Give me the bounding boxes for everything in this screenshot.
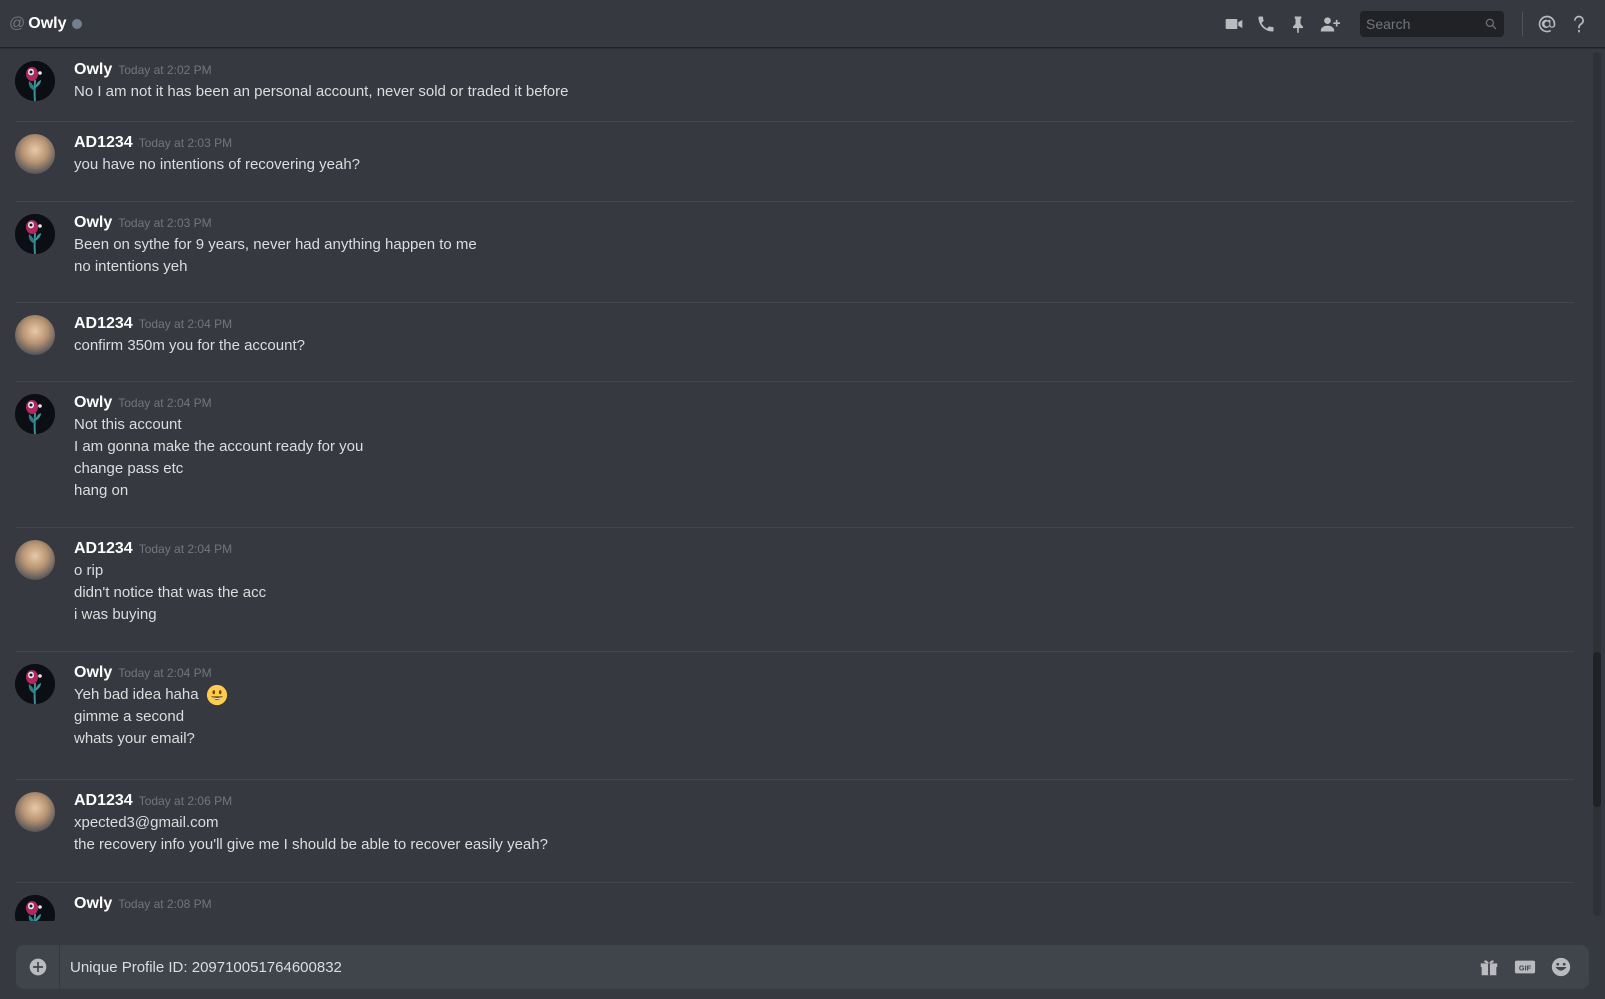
- search-placeholder: Search: [1366, 16, 1411, 32]
- pin-icon[interactable]: [1286, 12, 1310, 36]
- add-friend-icon[interactable]: [1318, 12, 1342, 36]
- message-text: Yeh bad idea haha: [74, 684, 1574, 706]
- message-list[interactable]: Owly Today at 2:02 PM No I am not it has…: [0, 49, 1590, 921]
- message-scrollbar[interactable]: [1593, 52, 1601, 916]
- message-text: I am gonna make the account ready for yo…: [74, 438, 364, 455]
- avatar[interactable]: [15, 315, 55, 355]
- username[interactable]: Owly: [74, 895, 112, 913]
- timestamp: Today at 2:04 PM: [118, 666, 212, 680]
- message-text: No I am not it has been an personal acco…: [74, 83, 569, 100]
- username[interactable]: Owly: [74, 214, 112, 232]
- at-icon: @: [9, 14, 26, 32]
- timestamp: Today at 2:03 PM: [118, 216, 212, 230]
- avatar[interactable]: [15, 394, 55, 434]
- message-text: gimme a second: [74, 708, 185, 726]
- avatar[interactable]: [15, 214, 55, 254]
- avatar[interactable]: [15, 895, 55, 921]
- username[interactable]: AD1234: [74, 792, 133, 810]
- help-icon[interactable]: [1567, 12, 1591, 36]
- message-text: no intentions yeh: [74, 258, 188, 275]
- message-text: Not this account: [74, 416, 182, 433]
- message-text: Been on sythe for 9 years, never had any…: [74, 236, 477, 253]
- message-text: whats your email?: [74, 730, 195, 748]
- composer-tools: GIF: [1471, 955, 1579, 979]
- gift-button[interactable]: [1477, 955, 1501, 979]
- scrollbar-thumb[interactable]: [1593, 652, 1601, 807]
- username[interactable]: AD1234: [74, 134, 133, 152]
- message-group: Owly Today at 2:04 PM Not this account I…: [15, 382, 1574, 528]
- gift-icon: [1480, 960, 1498, 976]
- emoji-picker-icon: [1551, 957, 1571, 977]
- message-group: AD1234 Today at 2:06 PM xpected3@gmail.c…: [15, 780, 1574, 883]
- gif-icon: GIF: [1514, 960, 1536, 974]
- message-group: AD1234 Today at 2:04 PM o rip didn't not…: [15, 528, 1574, 652]
- message-text: didn't notice that was the acc: [74, 584, 267, 601]
- message-group: Owly Today at 2:02 PM No I am not it has…: [15, 49, 1574, 122]
- message-group: AD1234 Today at 2:04 PM confirm 350m you…: [15, 303, 1574, 382]
- search-icon: [1485, 18, 1497, 30]
- username[interactable]: AD1234: [74, 315, 133, 333]
- timestamp: Today at 2:02 PM: [118, 63, 212, 77]
- message-text: confirm 350m you for the account?: [74, 337, 305, 354]
- username[interactable]: Owly: [74, 61, 112, 79]
- message-text: o rip: [74, 562, 104, 579]
- message-text: i was buying: [74, 606, 157, 623]
- timestamp: Today at 2:04 PM: [118, 396, 212, 410]
- avatar[interactable]: [15, 134, 55, 174]
- header-toolbar: Search: [1218, 0, 1595, 48]
- header-divider: [1522, 12, 1523, 36]
- avatar[interactable]: [15, 664, 55, 704]
- timestamp: Today at 2:03 PM: [138, 136, 233, 150]
- message-group: Owly Today at 2:08 PM: [15, 883, 1574, 921]
- status-offline-icon: [72, 18, 83, 29]
- username[interactable]: AD1234: [74, 540, 133, 558]
- message-text: xpected3@gmail.com: [74, 814, 219, 831]
- message-text: change pass etc: [74, 460, 184, 477]
- timestamp: Today at 2:04 PM: [138, 542, 233, 556]
- video-call-icon[interactable]: [1222, 12, 1246, 36]
- channel-title: Owly: [28, 14, 67, 32]
- message-group: AD1234 Today at 2:03 PM you have no inte…: [15, 122, 1574, 202]
- upload-button[interactable]: [16, 945, 60, 989]
- timestamp: Today at 2:04 PM: [138, 317, 233, 331]
- message-text: you have no intentions of recovering yea…: [74, 156, 361, 173]
- channel-header: @ Owly Search: [0, 0, 1605, 48]
- username[interactable]: Owly: [74, 664, 112, 682]
- message-group: Owly Today at 2:03 PM Been on sythe for …: [15, 202, 1574, 303]
- timestamp: Today at 2:06 PM: [138, 794, 233, 808]
- avatar[interactable]: [15, 540, 55, 580]
- emoji-button[interactable]: [1549, 955, 1573, 979]
- gif-label: GIF: [1519, 964, 1532, 973]
- search-input[interactable]: Search: [1360, 11, 1504, 37]
- avatar[interactable]: [15, 61, 55, 101]
- message-composer[interactable]: Unique Profile ID: 209710051764600832 GI…: [16, 945, 1589, 989]
- plus-circle-icon: [29, 958, 46, 976]
- message-text: hang on: [74, 482, 129, 499]
- timestamp: Today at 2:08 PM: [118, 897, 212, 911]
- avatar[interactable]: [15, 792, 55, 832]
- username[interactable]: Owly: [74, 394, 112, 412]
- gif-button[interactable]: GIF: [1513, 955, 1537, 979]
- message-text: the recovery info you'll give me I shoul…: [74, 836, 548, 853]
- voice-call-icon[interactable]: [1254, 12, 1278, 36]
- mentions-icon[interactable]: [1535, 12, 1559, 36]
- message-input[interactable]: Unique Profile ID: 209710051764600832: [70, 959, 1471, 976]
- message-text-part: Yeh bad idea haha: [74, 686, 199, 703]
- message-group: Owly Today at 2:04 PM Yeh bad idea haha …: [15, 652, 1574, 780]
- smiley-emoji-icon[interactable]: [206, 684, 228, 706]
